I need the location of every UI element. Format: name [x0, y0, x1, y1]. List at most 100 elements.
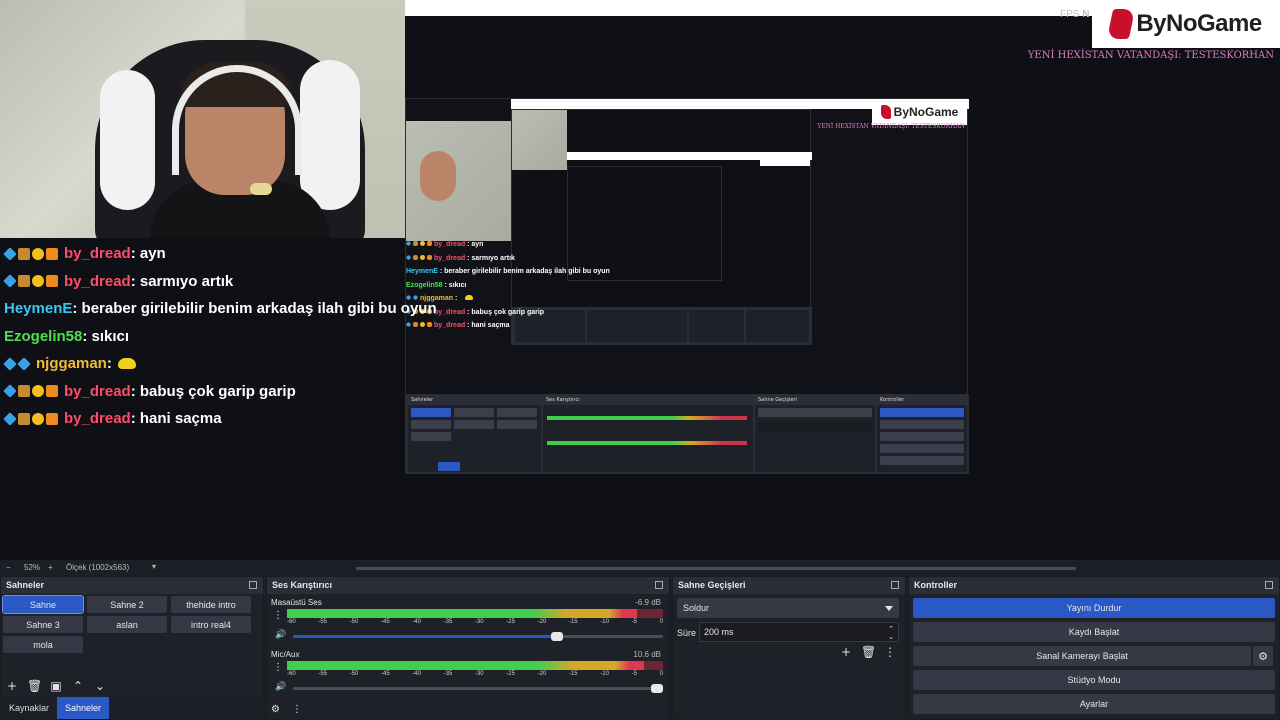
scene-item[interactable]: Sahne	[2, 595, 84, 614]
meter-tick-label: -5	[631, 671, 637, 677]
meter-tick-label: -45	[380, 671, 390, 677]
undock-icon[interactable]	[1265, 581, 1273, 589]
chat-message: HeymenE : beraber girilebilir benim arka…	[406, 268, 610, 282]
chat-text: : sıkıcı	[442, 281, 467, 289]
chat-message: by_dread : ayn	[0, 240, 420, 268]
settings-button[interactable]: Ayarlar	[913, 694, 1275, 714]
chat-badges-icon	[3, 356, 31, 371]
audio-meter	[287, 661, 663, 670]
scene-item[interactable]: Sahne 3	[3, 616, 83, 633]
zoom-level: 52%	[24, 563, 41, 572]
undock-icon[interactable]	[655, 581, 663, 589]
chat-message: by_dread : hani saçma	[405, 321, 606, 336]
scenes-dock: Sahneler Sahne Sahne 2 thehide intro Sahne …	[0, 576, 264, 720]
undock-icon[interactable]	[891, 581, 899, 589]
meter-tick-label: -10	[600, 671, 609, 677]
speaker-icon[interactable]: 🔊	[275, 630, 286, 640]
scene-filters-icon[interactable]: ▣	[49, 680, 63, 692]
chat-text: :	[453, 295, 460, 302]
remove-transition-icon[interactable]: 🗑	[861, 646, 876, 658]
start-virtual-camera-button[interactable]: Sanal Kamerayı Başlat	[913, 646, 1251, 666]
channel-menu-icon[interactable]: ⋮	[273, 662, 283, 673]
zoom-out-button[interactable]: −	[6, 563, 11, 572]
meter-tick-label: -35	[443, 671, 453, 677]
remove-scene-icon[interactable]: 🗑	[27, 680, 42, 692]
channel-desktop-audio: Masaüstü Ses -6.9 dB ⋮ -60 -55 -50 -45 -40 -3…	[271, 598, 665, 641]
scene-item[interactable]: mola	[3, 636, 83, 653]
channel-db: -6.9 dB	[635, 598, 661, 607]
volume-slider[interactable]	[293, 684, 663, 693]
channel-mic-aux: Mic/Aux 10.6 dB ⋮ -60 -55 -50 -45 -40 -35 -30-…	[271, 650, 665, 693]
meter-tick-label: -45	[380, 619, 390, 625]
move-down-icon[interactable]: ⌄	[93, 680, 107, 692]
chat-username: by_dread	[434, 241, 466, 248]
meter-tick-label: -30	[474, 619, 484, 625]
meter-tick-label: -60	[287, 671, 296, 677]
fps-label: FPS N	[1060, 9, 1090, 20]
chat-badges-icon	[3, 384, 58, 399]
nested-brand: ByNoGame	[872, 99, 967, 125]
chat-message: njggaman :	[0, 350, 420, 378]
meter-scale: -60 -55 -50 -45 -40 -35 -30 -25 -20 -15 -10 -5 0	[287, 671, 663, 677]
channel-menu-icon[interactable]: ⋮	[273, 610, 283, 621]
meter-tick-label: -30	[474, 671, 484, 677]
preview-horizontal-scrollbar[interactable]	[356, 567, 1076, 570]
transition-menu-icon[interactable]: ⋮	[883, 646, 897, 658]
volume-slider[interactable]	[293, 632, 663, 641]
webcam-feed	[0, 0, 405, 238]
meter-tick-label: -15	[568, 671, 578, 677]
brand-logo: ByNoGame	[1092, 0, 1280, 48]
chat-overlay: by_dread : ayn by_dread : sarmıyo artık He…	[0, 240, 437, 433]
meter-tick-label: -40	[412, 619, 421, 625]
chat-username: by_dread	[64, 382, 131, 400]
chat-badges-icon	[3, 246, 58, 261]
meter-tick-label: -10	[600, 619, 609, 625]
preview-scale-bar: − 52% + Ölçek (1002x563) ▾	[0, 562, 1280, 574]
meter-tick-label: -35	[443, 619, 453, 625]
preview-canvas[interactable]: FPS N ByNoGame YENİ HEXİSTAN VATANDAŞI: …	[0, 0, 1280, 560]
add-scene-icon[interactable]: +	[5, 680, 19, 692]
virtual-camera-settings-button[interactable]: ⚙	[1253, 646, 1273, 666]
chat-message: by_dread : sarmıyo artık	[0, 268, 420, 296]
stop-streaming-button[interactable]: Yayını Durdur	[913, 598, 1275, 618]
chat-message: by_dread : babuş çok garip garip	[0, 378, 420, 406]
nested-preview: ByNoGame YENİ HEXİSTAN VATANDAŞI: TESTES…	[405, 98, 969, 474]
transition-value: Soldur	[683, 603, 710, 613]
scene-item[interactable]: Sahne 2	[87, 596, 167, 613]
emote-icon	[117, 358, 136, 370]
channel-name: Masaüstü Ses	[271, 598, 322, 607]
brand-mark-icon	[1107, 9, 1136, 39]
advanced-audio-icon[interactable]: ⚙	[271, 704, 280, 715]
add-transition-icon[interactable]: +	[839, 646, 853, 658]
chat-text: : babuş çok garip garip	[465, 308, 545, 316]
scene-item[interactable]: aslan	[87, 616, 167, 633]
scale-select[interactable]: Ölçek (1002x563)	[66, 563, 129, 572]
transition-select[interactable]: Soldur	[677, 598, 899, 618]
meter-tick-label: -25	[506, 671, 515, 677]
emote-icon	[465, 295, 474, 300]
zoom-in-button[interactable]: +	[48, 563, 53, 572]
audio-mixer-dock: Ses Karıştırıcı Masaüstü Ses -6.9 dB ⋮ -…	[266, 576, 670, 720]
chat-username: by_dread	[434, 254, 466, 262]
meter-tick-label: -60	[287, 619, 296, 625]
scene-list: Sahne Sahne 2 thehide intro Sahne 3 aslan int…	[2, 595, 253, 653]
chat-badges-icon	[3, 411, 58, 426]
start-recording-button[interactable]: Kaydı Başlat	[913, 622, 1275, 642]
tab-scenes[interactable]: Sahneler	[57, 697, 110, 719]
scene-item[interactable]: thehide intro	[171, 596, 251, 613]
mixer-menu-icon[interactable]: ⋮	[292, 704, 302, 715]
meter-tick-label: -20	[537, 671, 547, 677]
meter-tick-label: 0	[659, 671, 663, 677]
speaker-icon[interactable]: 🔊	[275, 682, 286, 692]
duration-input[interactable]: 200 ms ⌃ ⌄	[699, 622, 899, 642]
undock-icon[interactable]	[249, 581, 257, 589]
tab-sources[interactable]: Kaynaklar	[1, 697, 57, 719]
scale-dropdown-icon[interactable]: ▾	[152, 562, 156, 571]
move-up-icon[interactable]: ⌃	[71, 680, 85, 692]
chat-message: Ezogelin58 : sıkıcı	[406, 282, 606, 296]
scene-item[interactable]: intro real4	[171, 616, 251, 633]
dock-tabs: Kaynaklar Sahneler	[1, 697, 263, 719]
duration-label: Süre	[677, 628, 697, 638]
studio-mode-button[interactable]: Stüdyo Modu	[913, 670, 1275, 690]
meter-tick-label: -55	[318, 671, 327, 677]
